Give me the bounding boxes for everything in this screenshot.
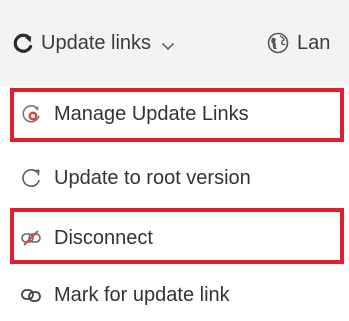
menu-item-label: Mark for update link — [54, 283, 230, 306]
toolbar: Update links Lan — [0, 0, 349, 87]
update-links-menu: Manage Update Links Update to root versi… — [0, 86, 349, 321]
chevron-down-icon — [161, 36, 175, 51]
refresh-outline-icon — [20, 167, 42, 189]
refresh-icon — [12, 32, 34, 54]
manage-links-icon — [20, 103, 42, 125]
menu-item-label: Update to root version — [54, 166, 251, 189]
unlink-icon — [20, 227, 42, 249]
menu-item-manage-update-links[interactable]: Manage Update Links — [12, 86, 344, 142]
language-button[interactable]: Lan — [267, 28, 330, 58]
menu-item-label: Manage Update Links — [54, 102, 249, 125]
update-links-label: Update links — [41, 31, 152, 54]
globe-icon — [267, 32, 289, 54]
menu-item-disconnect[interactable]: Disconnect — [12, 210, 344, 266]
menu-item-label: Disconnect — [54, 226, 153, 249]
menu-item-update-to-root-version[interactable]: Update to root version — [12, 150, 344, 206]
menu-item-mark-for-update-link[interactable]: Mark for update link — [12, 270, 344, 320]
link-icon — [20, 284, 42, 306]
update-links-button[interactable]: Update links — [12, 28, 175, 58]
language-label: Lan — [297, 31, 331, 54]
